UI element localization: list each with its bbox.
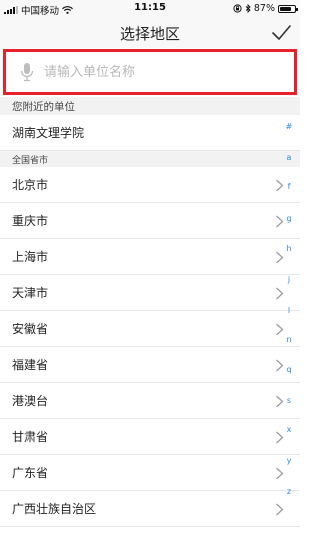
- index-letter[interactable]: z: [282, 487, 296, 496]
- battery-icon: [278, 4, 298, 13]
- list-item-label: 福建省: [12, 358, 49, 372]
- list-item-province[interactable]: 甘肃省: [0, 419, 300, 455]
- list-item-province[interactable]: 安徽省: [0, 311, 300, 347]
- list-item-label: 上海市: [12, 250, 49, 264]
- list-item-nearby-unit[interactable]: 湖南文理学院: [0, 115, 300, 151]
- list-item-province[interactable]: 重庆市: [0, 203, 300, 239]
- section-header-nearby: 您附近的单位: [0, 97, 300, 115]
- list-item-label: 重庆市: [12, 214, 49, 228]
- index-letter[interactable]: n: [282, 335, 296, 344]
- search-highlight-box: [3, 49, 297, 95]
- microphone-icon[interactable]: [20, 62, 34, 82]
- bluetooth-icon: [245, 4, 251, 13]
- list-item-province[interactable]: 北京市: [0, 167, 300, 203]
- list-item-label: 广西壮族自治区: [12, 502, 97, 516]
- list-item-label: 港澳台: [12, 394, 49, 408]
- navigation-bar: 选择地区: [0, 18, 300, 48]
- list-item-province[interactable]: 广西壮族自治区: [0, 491, 300, 527]
- index-letter[interactable]: s: [282, 396, 296, 405]
- index-letter[interactable]: f: [282, 182, 296, 191]
- search-input[interactable]: [42, 63, 292, 81]
- list-item-label: 安徽省: [12, 322, 49, 336]
- list-item-province[interactable]: 福建省: [0, 347, 300, 383]
- status-bar: 中国移动 11:15 87%: [0, 0, 300, 18]
- index-letter[interactable]: h: [282, 244, 296, 253]
- search-bar: [8, 55, 292, 89]
- list-item-label: 北京市: [12, 178, 49, 192]
- section-header-national: 全国省市: [0, 151, 300, 167]
- list-item-province[interactable]: 上海市: [0, 239, 300, 275]
- index-letter[interactable]: x: [282, 425, 296, 434]
- index-letter[interactable]: y: [282, 456, 296, 465]
- lock-rotation-icon: [233, 4, 242, 13]
- battery-percent: 87%: [253, 3, 275, 14]
- list-item-province[interactable]: 天津市: [0, 275, 300, 311]
- status-right: 87%: [233, 3, 298, 14]
- list-item-province[interactable]: 港澳台: [0, 383, 300, 419]
- alphabet-index: # a f g h j l n q s x y z: [282, 115, 296, 534]
- index-letter[interactable]: a: [282, 153, 296, 162]
- index-letter[interactable]: j: [282, 275, 296, 284]
- checkmark-icon: [272, 25, 291, 40]
- index-letter[interactable]: l: [282, 306, 296, 315]
- list-item-label: 湖南文理学院: [12, 126, 85, 140]
- list-item-label: 天津市: [12, 286, 49, 300]
- list-item-province[interactable]: 广东省: [0, 455, 300, 491]
- list-item-label: 广东省: [12, 466, 49, 480]
- list-item-label: 甘肃省: [12, 430, 49, 444]
- index-letter[interactable]: q: [282, 365, 296, 374]
- select-region-screen: 中国移动 11:15 87% 选择地区 请输入单位名称 您附近的单位 湖南文理学…: [0, 0, 300, 534]
- page-title: 选择地区: [119, 25, 180, 43]
- confirm-button[interactable]: [268, 21, 294, 45]
- index-letter[interactable]: g: [282, 214, 296, 223]
- index-letter[interactable]: #: [282, 122, 296, 131]
